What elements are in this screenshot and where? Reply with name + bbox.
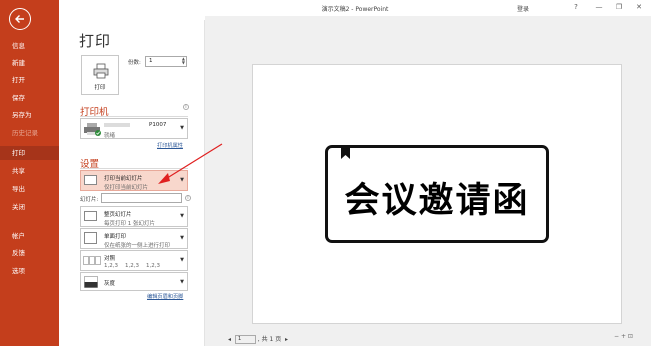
copies-label: 份数: [128, 60, 141, 66]
color-dropdown[interactable]: 灰度 ▼ [80, 272, 188, 291]
collate-dropdown[interactable]: 对照 1,2,3 1,2,3 1,2,3 ▼ [80, 250, 188, 271]
window-title: 演示文稿2 - PowerPoint [321, 6, 389, 13]
bookmark-icon [341, 145, 350, 159]
printer-name-redacted [104, 123, 130, 127]
printer-icon [93, 63, 109, 79]
title-bar: 演示文稿2 - PowerPoint 登录 ? — ❐ ✕ [59, 0, 651, 16]
arrow-left-icon [15, 15, 24, 23]
header-footer-link[interactable]: 编辑页眉和页脚 [147, 293, 183, 300]
zoom-controls: − + ⊡ [614, 333, 633, 340]
chevron-down-icon: ▼ [180, 257, 184, 263]
collate-title: 对照 [104, 256, 116, 262]
collate-desc: 1,2,3 1,2,3 1,2,3 [104, 263, 160, 269]
slides-input[interactable] [101, 193, 182, 203]
layout-desc: 每页打印 1 张幻灯片 [104, 221, 155, 227]
layout-dropdown[interactable]: 整页幻灯片 每页打印 1 张幻灯片 ▼ [80, 206, 188, 227]
nav-open[interactable]: 打开 [0, 73, 59, 87]
print-button-label: 打印 [94, 85, 106, 91]
nav-feedback[interactable]: 反馈 [0, 246, 59, 260]
print-button[interactable]: 打印 [81, 55, 119, 95]
page-total: , 共 1 页 [257, 336, 282, 343]
close-button[interactable]: ✕ [632, 2, 646, 13]
login-link[interactable]: 登录 [517, 4, 529, 13]
nav-share[interactable]: 共享 [0, 164, 59, 178]
one-sided-print-icon [84, 232, 97, 244]
color-title: 灰度 [104, 281, 116, 287]
sides-desc: 仅在纸张的一侧上进行打印 [104, 243, 171, 249]
nav-account[interactable]: 帐户 [0, 229, 59, 243]
layout-title: 整页幻灯片 [104, 212, 132, 218]
print-range-title: 打印当前幻灯片 [104, 176, 143, 182]
slide-title-text: 会议邀请函 [344, 181, 530, 221]
chevron-down-icon: ▼ [180, 125, 184, 131]
nav-info[interactable]: 信息 [0, 39, 59, 53]
minimize-button[interactable]: — [592, 2, 606, 13]
backstage-nav: 信息 新建 打开 保存 另存为 历史记录 打印 共享 导出 关闭 帐户 反馈 选… [0, 0, 59, 346]
zoom-slider[interactable]: + [621, 333, 626, 340]
page-title: 打印 [79, 32, 112, 50]
printer-section-divider [80, 116, 188, 117]
full-page-slide-icon [84, 211, 97, 221]
nav-options[interactable]: 选项 [0, 264, 59, 278]
slide-thumbnail-icon [84, 175, 97, 185]
chevron-down-icon: ▼ [180, 235, 184, 241]
back-button[interactable] [9, 8, 31, 30]
copies-input[interactable]: 1 ▲ ▼ [145, 56, 187, 67]
nav-new[interactable]: 新建 [0, 56, 59, 70]
invitation-frame: 会议邀请函 [325, 145, 549, 243]
nav-save-as[interactable]: 另存为 [0, 108, 59, 122]
page-input[interactable]: 1 [234, 335, 256, 344]
zoom-out-icon[interactable]: − [614, 333, 619, 340]
printer-status: 就绪 [104, 133, 116, 139]
info-icon[interactable]: i [185, 195, 191, 201]
help-button[interactable]: ? [569, 2, 583, 13]
grayscale-icon [84, 276, 98, 288]
annotation-arrow [158, 143, 223, 184]
nav-close[interactable]: 关闭 [0, 200, 59, 214]
previous-page-icon[interactable]: ◂ [228, 336, 231, 343]
printer-status-check-icon [95, 130, 101, 136]
nav-print[interactable]: 打印 [0, 146, 59, 160]
info-icon[interactable]: i [183, 104, 189, 110]
fit-to-window-icon[interactable]: ⊡ [628, 333, 633, 340]
sides-dropdown[interactable]: 单面打印 仅在纸张的一侧上进行打印 ▼ [80, 228, 188, 249]
chevron-down-icon: ▼ [180, 213, 184, 219]
copies-value: 1 [149, 58, 153, 64]
page-navigator: ◂ 1 , 共 1 页 ▸ [228, 334, 288, 344]
printer-dropdown[interactable]: P1007 就绪 ▼ [80, 118, 188, 139]
nav-history[interactable]: 历史记录 [0, 126, 59, 140]
restore-button[interactable]: ❐ [612, 2, 626, 13]
slides-label: 幻灯片: [80, 197, 99, 203]
nav-save[interactable]: 保存 [0, 91, 59, 105]
print-range-desc: 仅打印当前幻灯片 [104, 185, 149, 191]
printer-name: P1007 [149, 122, 167, 128]
copies-spinner[interactable]: ▲ ▼ [182, 57, 185, 65]
next-page-icon[interactable]: ▸ [285, 336, 288, 343]
sides-title: 单面打印 [104, 234, 127, 240]
chevron-down-icon: ▼ [180, 279, 184, 285]
nav-export[interactable]: 导出 [0, 182, 59, 196]
collate-icon [83, 256, 101, 265]
